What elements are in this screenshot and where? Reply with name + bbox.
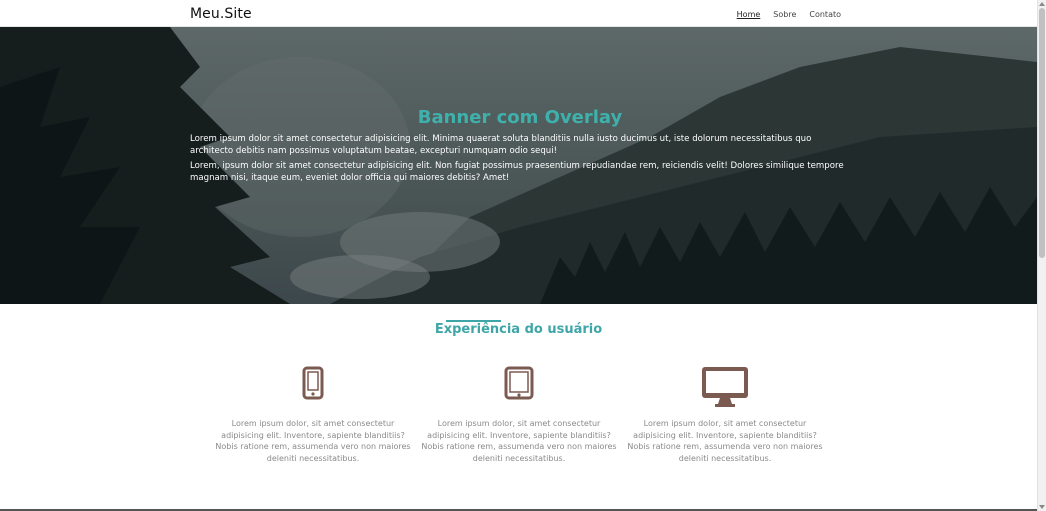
feature-text: Lorem ipsum dolor, sit amet consectetur …	[421, 419, 617, 463]
vertical-scrollbar[interactable]	[1037, 0, 1046, 511]
hero-banner: Banner com Overlay Lorem ipsum dolor sit…	[0, 27, 1037, 304]
top-navbar: Meu.Site Home Sobre Contato	[0, 0, 1037, 27]
banner-title: Banner com Overlay	[417, 107, 623, 128]
banner-content: Banner com Overlay Lorem ipsum dolor sit…	[190, 107, 850, 188]
feature-text: Lorem ipsum dolor, sit amet consectetur …	[215, 419, 411, 463]
feature-text: Lorem ipsum dolor, sit amet consectetur …	[627, 419, 823, 463]
tablet-icon	[419, 366, 619, 408]
feature-card-smartphone: Lorem ipsum dolor, sit amet consectetur …	[213, 366, 413, 464]
main-nav: Home Sobre Contato	[737, 10, 841, 19]
site-brand-link[interactable]: Meu.Site	[190, 6, 252, 22]
desktop-icon	[625, 366, 825, 408]
scroll-up-arrow-icon[interactable]	[1039, 2, 1045, 6]
feature-card-tablet: Lorem ipsum dolor, sit amet consectetur …	[419, 366, 619, 464]
smartphone-icon	[213, 366, 413, 408]
scrollbar-thumb[interactable]	[1039, 8, 1045, 258]
banner-paragraph: Lorem ipsum dolor sit amet consectetur a…	[190, 134, 812, 156]
scroll-down-arrow-icon[interactable]	[1039, 505, 1045, 509]
feature-card-desktop: Lorem ipsum dolor, sit amet consectetur …	[625, 366, 825, 464]
section-title: Experiência do usuário	[434, 322, 603, 337]
nav-item-sobre[interactable]: Sobre	[773, 10, 796, 19]
nav-item-home[interactable]: Home	[737, 10, 761, 19]
banner-paragraph: Lorem, ipsum dolor sit amet consectetur …	[190, 161, 844, 183]
nav-item-contato[interactable]: Contato	[809, 10, 841, 19]
